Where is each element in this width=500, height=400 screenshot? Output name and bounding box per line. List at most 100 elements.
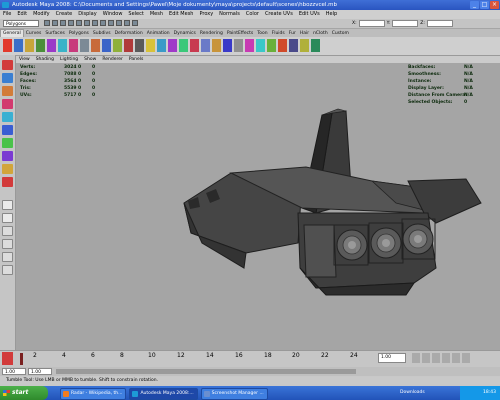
shelf-tool-21-icon[interactable] [234,39,243,52]
taskbar-item-screenshot-manager[interactable]: Screenshot Manager ... [200,388,268,400]
shelf-tool-5-icon[interactable] [58,39,67,52]
panel-menu-renderer[interactable]: Renderer [99,56,126,63]
shelf-tool-14-icon[interactable] [157,39,166,52]
render-settings-icon[interactable] [132,20,138,26]
step-back-icon[interactable] [422,353,430,363]
menu-mesh[interactable]: Mesh [147,10,166,19]
open-scene-icon[interactable] [52,20,58,26]
panel-menu-view[interactable]: View [16,56,33,63]
soft-mod-tool-icon[interactable] [2,151,13,161]
rotate-tool-icon[interactable] [2,112,13,122]
four-pane-layout-icon[interactable] [2,213,13,223]
go-to-end-icon[interactable] [462,353,470,363]
shelf-menu-icon[interactable] [3,39,12,52]
shelf-tool-10-icon[interactable] [113,39,122,52]
select-hierarchy-icon[interactable] [68,20,74,26]
shelf-tool-12-icon[interactable] [135,39,144,52]
ipr-render-icon[interactable] [124,20,130,26]
minimize-button[interactable]: _ [470,1,479,9]
single-pane-layout-icon[interactable] [2,200,13,210]
start-time-field[interactable]: 1.00 [2,368,26,375]
taskbar-item-browser[interactable]: Radar - Wikipedia, th... [60,388,127,400]
shelf-tool-23-icon[interactable] [256,39,265,52]
select-component-icon[interactable] [84,20,90,26]
shelf-tool-11-icon[interactable] [124,39,133,52]
shelf-tool-9-icon[interactable] [102,39,111,52]
y-field[interactable] [392,20,419,27]
clock[interactable]: 18:43 [483,386,496,400]
shelf-tool-18-icon[interactable] [201,39,210,52]
menu-help[interactable]: Help [323,10,340,19]
downloads-toolbar[interactable]: Downloads [400,386,425,400]
shelf-tool-26-icon[interactable] [289,39,298,52]
shelf-tool-24-icon[interactable] [267,39,276,52]
close-button[interactable]: × [490,1,499,9]
menu-normals[interactable]: Normals [216,10,243,19]
shelf-tool-22-icon[interactable] [245,39,254,52]
z-field[interactable] [426,20,453,27]
menu-file[interactable]: File [0,10,14,19]
go-to-start-icon[interactable] [412,353,420,363]
play-backward-icon[interactable] [432,353,440,363]
shelf-tool-7-icon[interactable] [80,39,89,52]
menu-edit[interactable]: Edit [14,10,30,19]
panel-menu-lighting[interactable]: Lighting [57,56,81,63]
menu-edit-mesh[interactable]: Edit Mesh [166,10,196,19]
play-forward-icon[interactable] [442,353,450,363]
menu-edit-uvs[interactable]: Edit UVs [296,10,323,19]
x-field[interactable] [358,20,385,27]
panel-menu-show[interactable]: Show [81,56,99,63]
current-time-marker[interactable] [20,353,23,365]
menu-color[interactable]: Color [243,10,262,19]
menu-select[interactable]: Select [125,10,146,19]
scale-tool-icon[interactable] [2,125,13,135]
shelf-tool-3-icon[interactable] [36,39,45,52]
shelf-tool-8-icon[interactable] [91,39,100,52]
shelf-tool-2-icon[interactable] [25,39,34,52]
menu-modify[interactable]: Modify [30,10,53,19]
snap-grid-icon[interactable] [92,20,98,26]
taskbar-item-maya[interactable]: Autodesk Maya 2008:... [129,388,198,400]
side-by-side-layout-icon[interactable] [2,226,13,236]
outliner-layout-icon[interactable] [2,239,13,249]
step-forward-icon[interactable] [452,353,460,363]
shelf-tool-1-icon[interactable] [14,39,23,52]
playback-start-field[interactable]: 1.00 [28,368,52,375]
menu-create-uvs[interactable]: Create UVs [262,10,296,19]
last-tool-icon[interactable] [2,177,13,187]
menu-proxy[interactable]: Proxy [196,10,216,19]
new-scene-icon[interactable] [44,20,50,26]
paint-select-tool-icon[interactable] [2,86,13,96]
shelf-tool-16-icon[interactable] [179,39,188,52]
shelf-tool-28-icon[interactable] [311,39,320,52]
graph-editor-layout-icon[interactable] [2,252,13,262]
panel-menu-shading[interactable]: Shading [33,56,57,63]
menu-create[interactable]: Create [53,10,76,19]
current-frame-field[interactable]: 1.00 [378,353,406,363]
hypershade-layout-icon[interactable] [2,265,13,275]
panel-menu-panels[interactable]: Panels [126,56,146,63]
shelf-tool-27-icon[interactable] [300,39,309,52]
menu-set-dropdown[interactable]: Polygons [3,20,39,27]
shelf-tool-25-icon[interactable] [278,39,287,52]
save-scene-icon[interactable] [60,20,66,26]
shelf-tool-6-icon[interactable] [69,39,78,52]
time-slider[interactable]: 2 4 6 8 10 12 14 16 18 20 22 24 1.00 [0,350,500,367]
range-slider-track[interactable] [56,369,356,374]
lasso-tool-icon[interactable] [2,73,13,83]
select-object-icon[interactable] [76,20,82,26]
start-button[interactable]: start [0,386,48,400]
select-tool-icon[interactable] [2,60,13,70]
show-manipulator-icon[interactable] [2,164,13,174]
shelf-tool-20-icon[interactable] [223,39,232,52]
maximize-button[interactable]: □ [480,1,489,9]
render-icon[interactable] [116,20,122,26]
move-tool-icon[interactable] [2,99,13,109]
shelf-tool-13-icon[interactable] [146,39,155,52]
shelf-tool-15-icon[interactable] [168,39,177,52]
manipulator-tool-icon[interactable] [2,138,13,148]
shelf-tool-19-icon[interactable] [212,39,221,52]
menu-display[interactable]: Display [75,10,99,19]
shelf-tool-17-icon[interactable] [190,39,199,52]
perspective-viewport[interactable]: Verts: 30240 0 Edges: 70880 0 Faces: 35640 0 T… [16,63,500,350]
